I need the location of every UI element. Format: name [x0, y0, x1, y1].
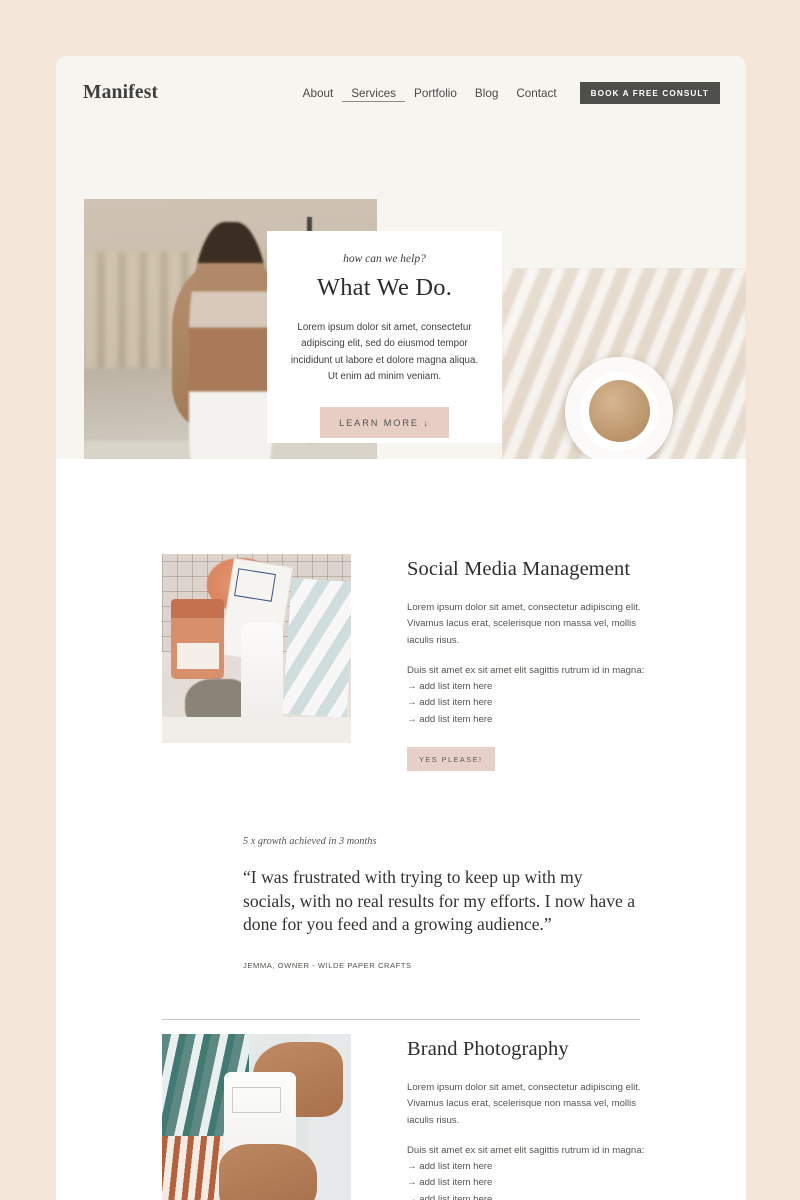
nav-link-blog[interactable]: Blog — [466, 85, 507, 102]
services-content-area: Social Media Management Lorem ipsum dolo… — [56, 459, 746, 1200]
testimonial-author: JEMMA, OWNER - WILDE PAPER CRAFTS — [243, 960, 412, 970]
site-logo[interactable]: Manifest — [83, 82, 158, 104]
hero-eyebrow: how can we help? — [343, 253, 426, 265]
service-block-brand-photography: Brand Photography Lorem ipsum dolor sit … — [162, 1034, 647, 1200]
service-block-social-media: Social Media Management Lorem ipsum dolo… — [162, 554, 647, 772]
hero-text-card: how can we help? What We Do. Lorem ipsum… — [267, 231, 502, 443]
service-paragraph-2: Duis sit amet ex sit amet elit sagittis … — [407, 664, 645, 676]
service-image-hands-bottle — [162, 1034, 351, 1200]
list-item: → add list item here — [407, 1161, 493, 1173]
service-paragraph-2: Duis sit amet ex sit amet elit sagittis … — [407, 1144, 645, 1156]
hero-section: how can we help? What We Do. Lorem ipsum… — [56, 130, 746, 515]
hero-body-text: Lorem ipsum dolor sit amet, consectetur … — [290, 322, 479, 382]
testimonial-metric: 5 x growth achieved in 3 months — [243, 836, 377, 847]
service-paragraph-1: Lorem ipsum dolor sit amet, consectetur … — [407, 1082, 641, 1126]
book-free-consult-button[interactable]: BOOK A FREE CONSULT — [579, 82, 720, 104]
nav-link-contact[interactable]: Contact — [507, 85, 565, 102]
service-feature-list: → add list item here → add list item her… — [407, 1159, 647, 1200]
nav-link-services[interactable]: Services — [342, 85, 406, 102]
list-item: → add list item here — [407, 1177, 493, 1189]
yes-please-button[interactable]: YES PLEASE! — [407, 747, 495, 772]
hero-title: What We Do. — [316, 274, 453, 301]
primary-navigation: About Services Portfolio Blog Contact BO… — [294, 82, 720, 104]
nav-link-about[interactable]: About — [294, 85, 343, 102]
testimonial-quote: “I was frustrated with trying to keep up… — [243, 867, 636, 934]
list-item: → add list item here — [407, 681, 493, 693]
list-item: → add list item here — [407, 1193, 493, 1200]
site-header: Manifest About Services Portfolio Blog C… — [56, 56, 746, 130]
nav-link-portfolio[interactable]: Portfolio — [405, 85, 466, 102]
hero-learn-more-button[interactable]: LEARN MORE ↓ — [320, 407, 449, 439]
list-item: → add list item here — [407, 713, 493, 725]
section-divider — [162, 1019, 640, 1020]
service-feature-list: → add list item here → add list item her… — [407, 679, 647, 728]
service-title: Social Media Management — [407, 558, 631, 580]
service-text-social-media: Social Media Management Lorem ipsum dolo… — [407, 554, 647, 772]
list-item: → add list item here — [407, 697, 493, 709]
service-paragraph-1: Lorem ipsum dolor sit amet, consectetur … — [407, 602, 641, 646]
service-title: Brand Photography — [407, 1038, 569, 1060]
service-image-skincare-flatlay — [162, 554, 351, 743]
site-page-card: Manifest About Services Portfolio Blog C… — [56, 56, 746, 1200]
service-text-brand-photography: Brand Photography Lorem ipsum dolor sit … — [407, 1034, 647, 1200]
testimonial-block: 5 x growth achieved in 3 months “I was f… — [243, 836, 643, 970]
